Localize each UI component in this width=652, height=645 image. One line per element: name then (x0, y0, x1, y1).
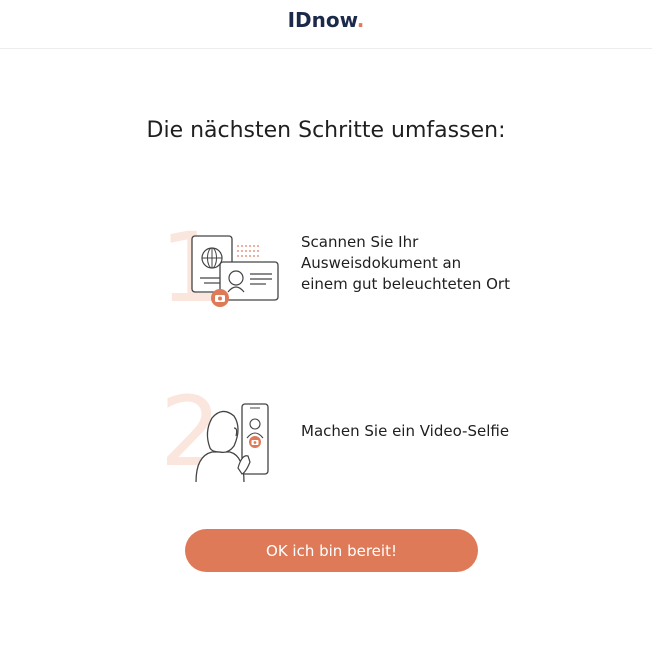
step-2: 2 Machen Sie ein Video-Selfie (160, 384, 520, 484)
step-2-text: Machen Sie ein Video-Selfie (301, 422, 510, 440)
idnow-logo: IDnow. (0, 8, 652, 32)
header: IDnow. (0, 0, 652, 49)
logo-text: IDnow (287, 8, 357, 32)
id-document-scan-icon (191, 235, 279, 307)
step-1: 1 Scannen Sie Ihr Ausweisdokument an ein… (160, 220, 520, 320)
video-selfie-icon (195, 403, 269, 483)
page-title: Die nächsten Schritte umfassen: (146, 118, 506, 143)
step-1-text: Scannen Sie Ihr Ausweisdokument an einem… (301, 233, 510, 293)
logo-dot: . (356, 8, 365, 32)
ok-ready-button[interactable]: OK ich bin bereit! (185, 529, 478, 572)
